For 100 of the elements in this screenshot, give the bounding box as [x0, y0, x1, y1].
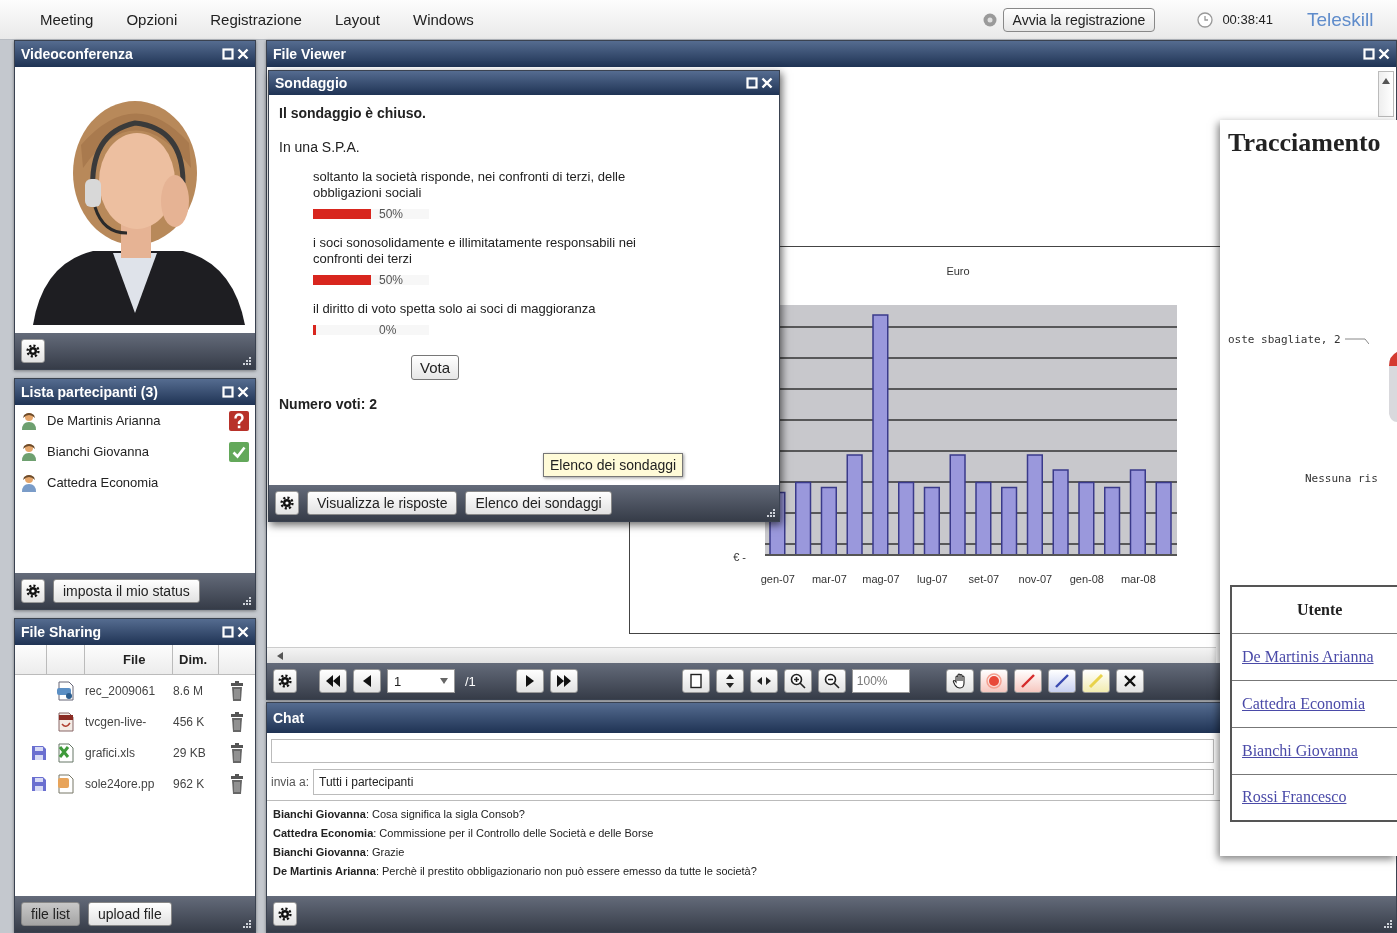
- page-field[interactable]: 1: [387, 669, 455, 693]
- file-size: 456 K: [173, 714, 205, 729]
- poll-status: Il sondaggio è chiuso.: [279, 105, 427, 121]
- pan-button[interactable]: [945, 669, 974, 693]
- first-page-button[interactable]: [319, 669, 347, 693]
- file-button[interactable]: upload file: [87, 902, 172, 926]
- last-page-button[interactable]: [549, 669, 578, 693]
- trash-icon[interactable]: [230, 742, 244, 763]
- column-header[interactable]: Dim.: [173, 645, 219, 674]
- file-name[interactable]: grafici.xls: [85, 745, 135, 760]
- trash-icon[interactable]: [230, 680, 244, 701]
- resize-grip-icon[interactable]: [241, 355, 251, 365]
- pen-icon: [1053, 673, 1070, 689]
- pie-label: oste sbagliate, 2: [1228, 333, 1341, 346]
- leader-line: [1344, 335, 1369, 344]
- close-icon[interactable]: [237, 386, 249, 398]
- message-input[interactable]: [271, 739, 1214, 763]
- settings-button[interactable]: [273, 669, 297, 693]
- highlighter-icon: [1087, 673, 1104, 689]
- file-button[interactable]: file list: [21, 902, 80, 926]
- menu-item[interactable]: Opzioni: [126, 11, 178, 28]
- scroll-left-icon[interactable]: [277, 651, 283, 660]
- close-icon[interactable]: [1378, 48, 1390, 60]
- vertical-scrollbar[interactable]: [1378, 71, 1394, 117]
- file-size: 29 KB: [173, 745, 206, 760]
- horizontal-scrollbar[interactable]: [267, 647, 1216, 663]
- chat-message: De Martinis Arianna: Perchè il prestito obbligazionario non può essere emesso da tutte le società?: [273, 864, 758, 879]
- percentage: 50%: [379, 207, 404, 221]
- menu-item[interactable]: Meeting: [40, 11, 94, 28]
- pie-chart-drawing: [1389, 352, 1397, 422]
- close-icon[interactable]: [237, 48, 249, 60]
- settings-button[interactable]: [275, 491, 299, 515]
- x-icon: [1121, 673, 1138, 689]
- poll-button[interactable]: Elenco dei sondaggi: [465, 491, 612, 515]
- column-header[interactable]: File: [85, 645, 173, 674]
- axis-tick-label: mag-07: [862, 573, 900, 585]
- page-number: 1: [394, 673, 402, 689]
- menu-item[interactable]: Registrazione: [210, 11, 302, 28]
- maximize-icon[interactable]: [222, 48, 234, 60]
- spreadsheet-file-icon: [56, 741, 76, 764]
- settings-button[interactable]: [21, 579, 45, 603]
- zoom-field[interactable]: 100%: [851, 669, 910, 693]
- status-button[interactable]: imposta il mio status: [53, 579, 200, 603]
- poll-option: soltanto la società risponde, nei confronti di terzi, delle obbligazioni sociali: [313, 169, 685, 201]
- participant-name[interactable]: Bianchi Giovanna: [47, 444, 149, 459]
- resize-grip-icon[interactable]: [765, 507, 775, 517]
- resize-grip-icon[interactable]: [241, 918, 251, 928]
- close-icon[interactable]: [237, 626, 249, 638]
- settings-button[interactable]: [273, 902, 297, 926]
- clear-button[interactable]: [1115, 669, 1144, 693]
- trash-icon[interactable]: [230, 773, 244, 794]
- maximize-icon[interactable]: [746, 77, 758, 89]
- vote-button[interactable]: Vota: [411, 355, 460, 380]
- zoom-out-icon: [823, 673, 840, 689]
- panel-title: Chat: [273, 710, 306, 726]
- settings-button[interactable]: [21, 339, 45, 363]
- maximize-icon[interactable]: [222, 386, 234, 398]
- menu-item[interactable]: Windows: [413, 11, 474, 28]
- close-icon[interactable]: [761, 77, 773, 89]
- pen-button[interactable]: [1013, 669, 1042, 693]
- scroll-up-icon[interactable]: [1382, 78, 1390, 84]
- fit-width-button[interactable]: [749, 669, 778, 693]
- fit-height-button[interactable]: [715, 669, 744, 693]
- clock-icon: [1197, 11, 1214, 28]
- previous-page-button[interactable]: [353, 669, 381, 693]
- gear-icon: [280, 496, 294, 510]
- maximize-icon[interactable]: [222, 626, 234, 638]
- dropdown-caret-icon[interactable]: [440, 678, 448, 684]
- save-icon[interactable]: [31, 744, 47, 761]
- maximize-icon[interactable]: [1363, 48, 1375, 60]
- panel-title: Lista partecipanti (3): [21, 384, 159, 400]
- zoom-in-button[interactable]: [783, 669, 812, 693]
- fit-page-button[interactable]: [681, 669, 710, 693]
- save-icon[interactable]: [31, 775, 47, 792]
- participant-name[interactable]: De Martinis Arianna: [47, 413, 161, 428]
- menu-item[interactable]: Layout: [334, 11, 380, 28]
- pen-button[interactable]: [1047, 669, 1076, 693]
- trash-icon[interactable]: [230, 711, 244, 732]
- highlighter-button[interactable]: [1081, 669, 1110, 693]
- file-name[interactable]: tvcgen-live-: [85, 714, 147, 729]
- chat-message: Bianchi Giovanna: Cosa significa la sigla Consob?: [273, 807, 526, 822]
- pointer-button[interactable]: [979, 669, 1008, 693]
- axis-tick-label: set-07: [968, 573, 1000, 585]
- file-name[interactable]: rec_2009061: [85, 683, 156, 698]
- person-icon: [21, 473, 37, 492]
- zoom-out-button[interactable]: [817, 669, 846, 693]
- axis-tick-label: lug-07: [917, 573, 948, 585]
- gear-icon: [26, 344, 40, 358]
- bar: [1001, 486, 1018, 556]
- file-name[interactable]: sole24ore.pp: [85, 776, 155, 791]
- record-button[interactable]: Avvia la registrazione: [1002, 7, 1156, 32]
- poll-button[interactable]: Visualizza le risposte: [307, 491, 458, 515]
- participant-name[interactable]: Cattedra Economia: [47, 475, 159, 490]
- gear-icon: [278, 674, 292, 688]
- next-page-button[interactable]: [515, 669, 544, 693]
- double-left-arrow-icon: [325, 673, 341, 689]
- resize-grip-icon[interactable]: [1382, 918, 1392, 928]
- resize-grip-icon[interactable]: [241, 595, 251, 605]
- axis-tick-label: mar-08: [1120, 573, 1156, 585]
- recipient-field[interactable]: Tutti i partecipanti: [313, 769, 1214, 795]
